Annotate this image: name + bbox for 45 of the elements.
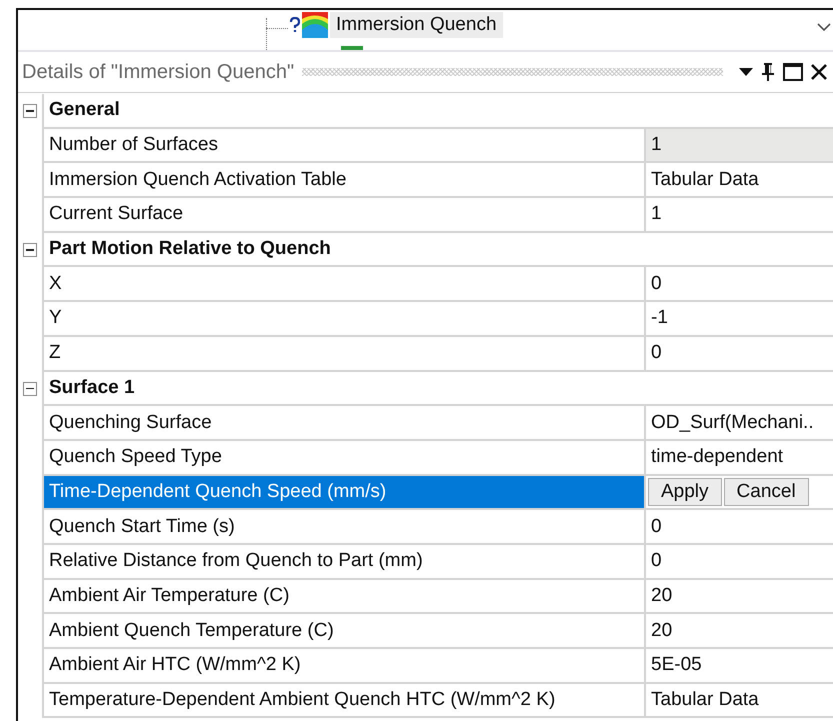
- property-name[interactable]: Temperature-Dependent Ambient Quench HTC (W/mm^2 K): [42, 684, 644, 718]
- property-value: 1: [644, 198, 833, 233]
- property-name[interactable]: Z: [42, 336, 644, 372]
- property-value: 20: [644, 580, 833, 614]
- help-icon: [290, 17, 300, 33]
- property-name[interactable]: Number of Surfaces: [42, 128, 644, 164]
- property-value: 1: [644, 128, 833, 164]
- dropdown-icon[interactable]: [739, 67, 753, 77]
- tree-item[interactable]: Immersion Quench: [330, 12, 503, 38]
- property-name[interactable]: Immersion Quench Activation Table: [42, 163, 644, 198]
- property-value: time-dependent: [644, 440, 833, 476]
- property-value: Tabular Data: [644, 163, 833, 198]
- panel-title: Details of "Immersion Quench": [22, 60, 294, 84]
- property-value: 0: [644, 336, 833, 372]
- pin-icon[interactable]: [761, 62, 775, 82]
- property-name[interactable]: Ambient Air Temperature (C): [42, 580, 644, 614]
- property-name[interactable]: Current Surface: [42, 198, 644, 233]
- property-name[interactable]: Relative Distance from Quench to Part (mm): [42, 544, 644, 580]
- property-value: 0: [644, 510, 833, 545]
- collapse-button[interactable]: [23, 382, 37, 396]
- chevron-down-icon[interactable]: [817, 22, 831, 32]
- action-button[interactable]: Cancel: [724, 478, 809, 506]
- maximize-icon[interactable]: [783, 63, 803, 81]
- property-value: Tabular Data: [644, 684, 833, 718]
- action-button[interactable]: Apply: [648, 478, 722, 506]
- group-header[interactable]: Part Motion Relative to Quench: [42, 232, 833, 268]
- property-name[interactable]: Y: [42, 302, 644, 337]
- property-value: 5E-05: [644, 649, 833, 684]
- property-value: OD_Surf(Mechani..: [644, 406, 833, 441]
- group-header[interactable]: Surface 1: [42, 372, 833, 406]
- property-name[interactable]: Time-Dependent Quench Speed (mm/s): [42, 476, 644, 510]
- property-name[interactable]: Quench Start Time (s): [42, 510, 644, 545]
- property-value: -1: [644, 302, 833, 337]
- close-icon[interactable]: [811, 64, 827, 80]
- property-name[interactable]: Quenching Surface: [42, 406, 644, 441]
- property-name[interactable]: X: [42, 267, 644, 302]
- contour-icon: [302, 12, 328, 38]
- title-bar-grip[interactable]: [302, 68, 723, 76]
- property-value: 0: [644, 544, 833, 580]
- property-value: 0: [644, 267, 833, 302]
- collapse-button[interactable]: [23, 104, 37, 118]
- collapse-button[interactable]: [23, 243, 37, 258]
- property-value: 20: [644, 614, 833, 649]
- property-name[interactable]: Ambient Quench Temperature (C): [42, 614, 644, 649]
- property-name[interactable]: Ambient Air HTC (W/mm^2 K): [42, 649, 644, 684]
